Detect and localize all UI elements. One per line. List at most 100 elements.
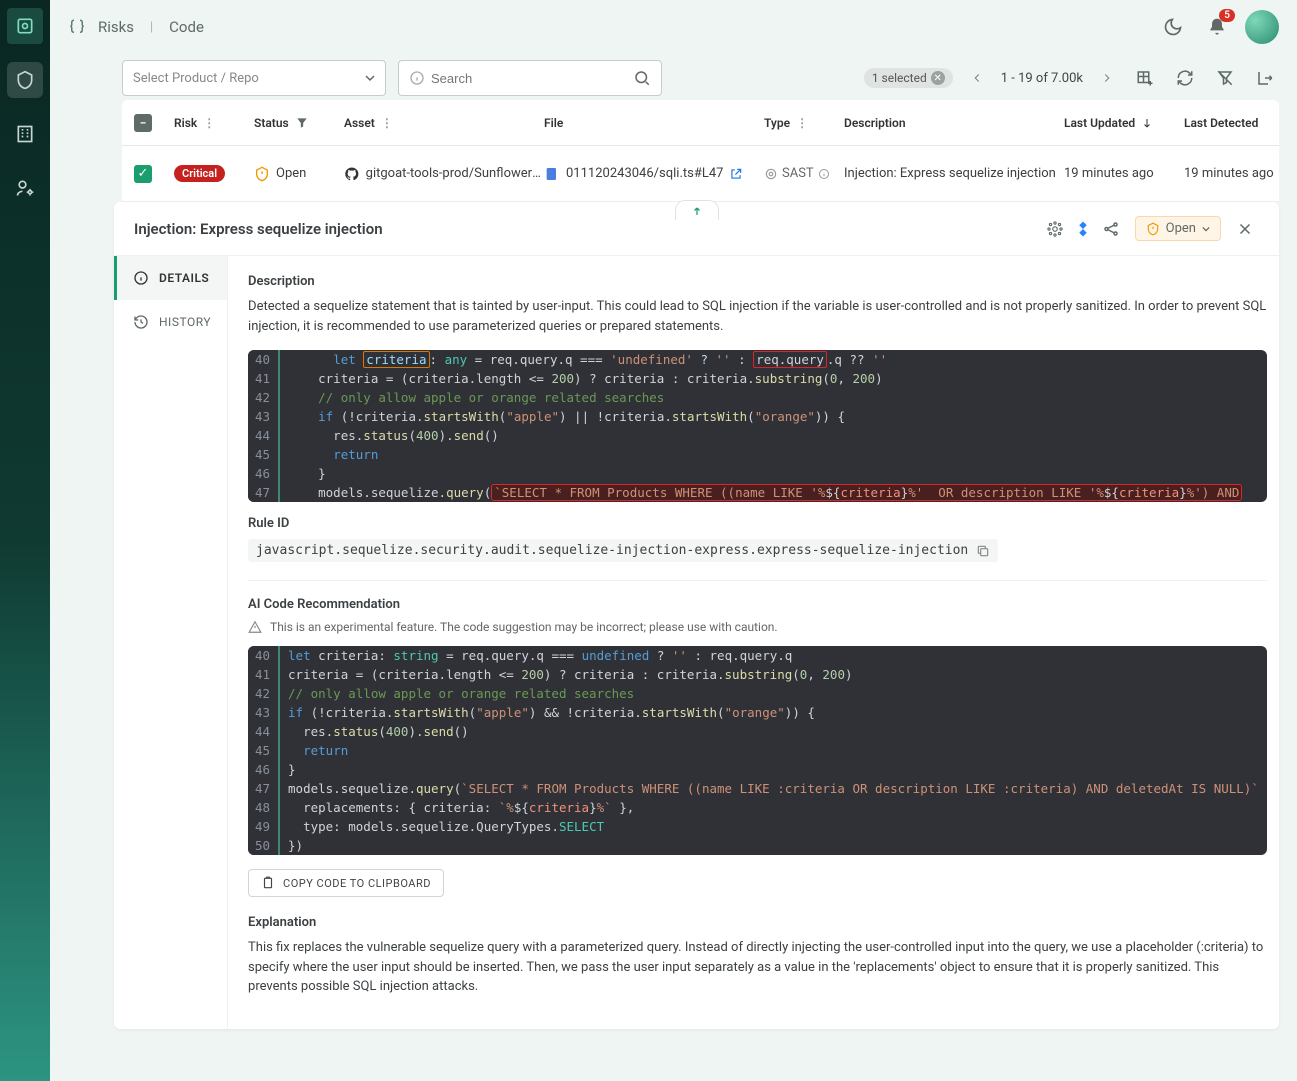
clear-selection[interactable]: ✕ <box>931 71 945 85</box>
row-updated: 19 minutes ago <box>1064 166 1154 181</box>
building-icon <box>15 124 35 144</box>
arrow-up-icon <box>691 205 703 217</box>
target-icon <box>764 167 778 181</box>
col-detected[interactable]: Last Detected <box>1184 116 1258 130</box>
nav-users[interactable] <box>7 170 43 206</box>
col-menu-icon[interactable]: ⋮ <box>381 116 393 130</box>
col-asset[interactable]: Asset <box>344 116 375 130</box>
col-type[interactable]: Type <box>764 116 790 130</box>
table-plus-icon <box>1136 69 1154 87</box>
select-all-checkbox[interactable]: − <box>134 114 152 132</box>
status-text: Open <box>276 166 306 181</box>
product-select-label: Select Product / Repo <box>133 71 259 86</box>
status-dropdown[interactable]: Open <box>1135 216 1221 241</box>
search-icon <box>633 69 651 87</box>
breadcrumb-sub[interactable]: Code <box>169 18 204 36</box>
columns-button[interactable] <box>1131 69 1159 87</box>
export-button[interactable] <box>1251 69 1279 87</box>
caret-down-icon <box>365 73 375 83</box>
explanation-heading: Explanation <box>248 915 1267 930</box>
user-avatar[interactable] <box>1245 10 1279 44</box>
ai-icon-button[interactable] <box>1041 220 1069 238</box>
asset-text: gitgoat-tools-prod/Sunflower/... <box>366 166 544 181</box>
braces-icon <box>68 18 86 36</box>
tab-details[interactable]: DETAILS <box>114 256 227 300</box>
share-icon <box>1102 220 1120 238</box>
info-icon <box>409 70 425 86</box>
detail-side-tabs: DETAILS HISTORY <box>114 256 228 1029</box>
explanation-text: This fix replaces the vulnerable sequeli… <box>248 938 1267 997</box>
info-icon[interactable] <box>818 168 830 180</box>
moon-icon <box>1163 17 1183 37</box>
shield-alert-icon <box>254 166 270 182</box>
table-header: − Risk ⋮ Status Asset ⋮ File Type ⋮ Descrip… <box>122 100 1279 146</box>
table-row[interactable]: ✓ Critical Open gitgoat-tools-prod/Sunfl… <box>122 146 1279 202</box>
filter-icon[interactable] <box>295 116 309 130</box>
col-menu-icon[interactable]: ⋮ <box>796 116 808 130</box>
search-input[interactable] <box>431 71 627 86</box>
product-select[interactable]: Select Product / Repo <box>122 60 386 96</box>
info-icon <box>133 270 149 286</box>
row-description: Injection: Express sequelize injection <box>844 166 1056 181</box>
theme-toggle[interactable] <box>1157 11 1189 43</box>
col-updated[interactable]: Last Updated <box>1064 116 1135 130</box>
risk-badge: Critical <box>174 165 225 182</box>
rule-id-text: javascript.sequelize.security.audit.sequ… <box>256 543 968 558</box>
vulnerable-code-block: 40 let criteria: any = req.query.q === '… <box>248 350 1267 502</box>
detail-content: Description Detected a sequelize stateme… <box>228 256 1287 1029</box>
close-icon <box>1236 220 1254 238</box>
rule-id-heading: Rule ID <box>248 516 1267 531</box>
description-text: Detected a sequelize statement that is t… <box>248 297 1267 336</box>
github-icon <box>344 166 360 182</box>
rule-id-row: javascript.sequelize.security.audit.sequ… <box>248 539 998 562</box>
caret-down-icon <box>1202 225 1210 233</box>
notifications-button[interactable]: 5 <box>1201 11 1233 43</box>
chevron-right-icon <box>1100 71 1114 85</box>
export-icon <box>1256 69 1274 87</box>
col-status[interactable]: Status <box>254 116 289 130</box>
row-detected: 19 minutes ago <box>1184 166 1274 181</box>
copy-icon <box>976 544 990 558</box>
notification-count: 5 <box>1219 9 1235 22</box>
refresh-button[interactable] <box>1171 69 1199 87</box>
history-icon <box>133 314 149 330</box>
shield-alert-icon <box>1146 222 1160 236</box>
jira-button[interactable] <box>1069 220 1097 238</box>
topbar: Risks | Code 5 <box>50 0 1297 54</box>
col-risk[interactable]: Risk <box>174 116 197 130</box>
description-heading: Description <box>248 274 1267 289</box>
collapse-detail-button[interactable] <box>675 200 719 220</box>
share-button[interactable] <box>1097 220 1125 238</box>
ai-icon <box>1046 220 1064 238</box>
page-prev[interactable] <box>965 71 989 85</box>
file-code-icon <box>544 166 560 182</box>
chevron-left-icon <box>970 71 984 85</box>
nav-org[interactable] <box>7 116 43 152</box>
filter-off-icon <box>1216 69 1234 87</box>
nav-security[interactable] <box>7 62 43 98</box>
page-next[interactable] <box>1095 71 1119 85</box>
close-detail-button[interactable] <box>1231 220 1259 238</box>
file-text: 011120243046/sqli.ts#L47 <box>566 166 723 181</box>
nav-sidebar <box>0 0 50 1081</box>
tab-history[interactable]: HISTORY <box>114 300 227 344</box>
fixed-code-block: 40let criteria: string = req.query.q ===… <box>248 646 1267 855</box>
page-counter: 1 - 19 of 7.00k <box>1001 71 1083 86</box>
external-link-icon[interactable] <box>729 167 743 181</box>
risks-table: − Risk ⋮ Status Asset ⋮ File Type ⋮ Descrip… <box>122 100 1279 202</box>
copy-code-button[interactable]: COPY CODE TO CLIPBOARD <box>248 869 444 897</box>
col-menu-icon[interactable]: ⋮ <box>203 116 215 130</box>
breadcrumb-main[interactable]: Risks <box>98 18 134 36</box>
copy-rule-id[interactable] <box>976 544 990 558</box>
type-text: SAST <box>782 166 814 181</box>
search-field[interactable] <box>398 60 662 96</box>
shield-icon <box>15 70 35 90</box>
user-cog-icon <box>15 178 35 198</box>
col-file[interactable]: File <box>544 116 563 130</box>
ai-rec-heading: AI Code Recommendation <box>248 597 1267 612</box>
row-checkbox[interactable]: ✓ <box>134 165 152 183</box>
col-description[interactable]: Description <box>844 116 906 130</box>
clear-filters-button[interactable] <box>1211 69 1239 87</box>
sort-desc-icon <box>1141 117 1153 129</box>
app-logo[interactable] <box>7 8 43 44</box>
